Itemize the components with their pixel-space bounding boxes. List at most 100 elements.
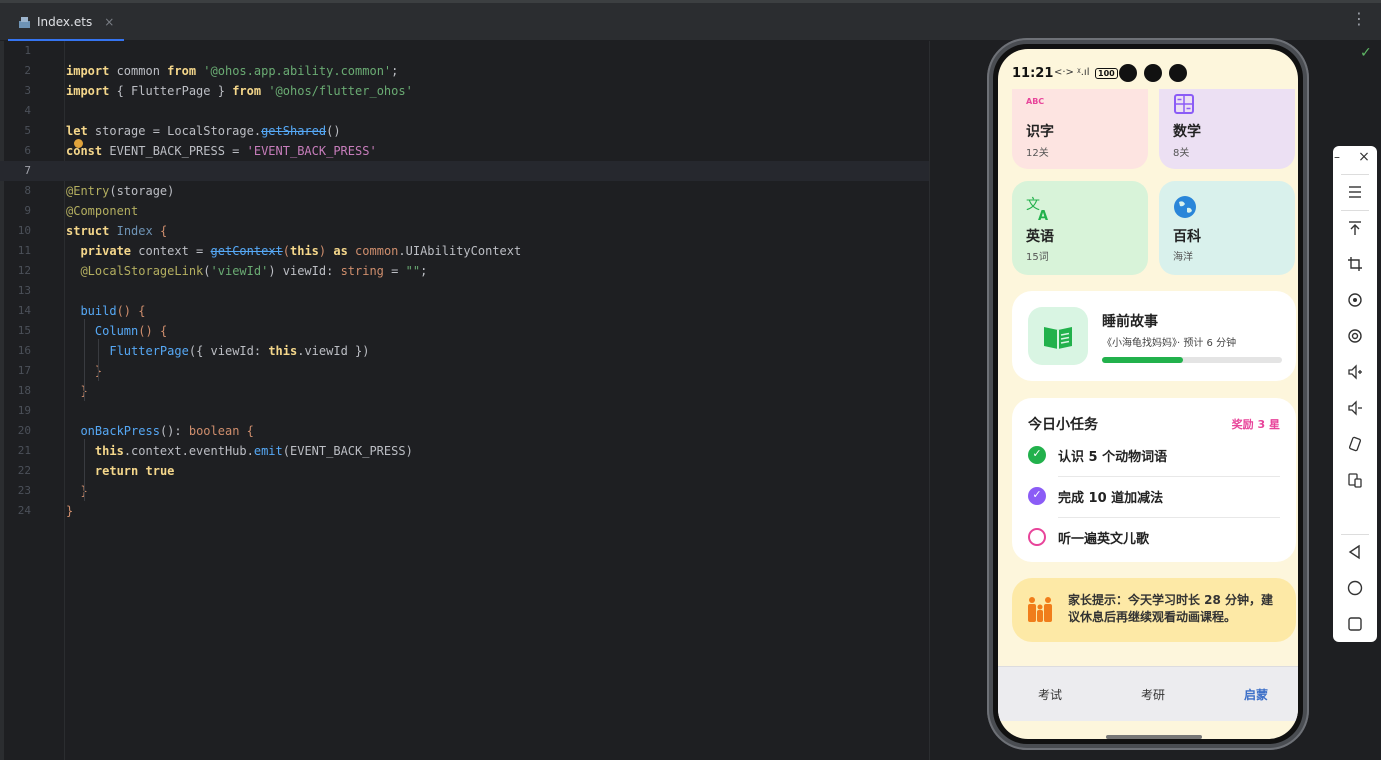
device-screen[interactable]: 11:21 <·> ᵡ.ıl 100 ABC 识字 12关 数学 8关 文 A … [998,49,1298,739]
category-sub: 12关 [1026,148,1049,159]
device-bezel: 11:21 <·> ᵡ.ıl 100 ABC 识字 12关 数学 8关 文 A … [993,44,1303,744]
task-label: 完成 10 道加减法 [1058,491,1164,506]
category-title: 英语 [1026,229,1054,245]
bedtime-story-card[interactable]: 睡前故事 《小海龟找妈妈》· 预计 6 分钟 [1012,291,1296,381]
back-icon[interactable] [1347,544,1363,560]
code-line-5: 5 let storage = LocalStorage.getShared() [24,124,341,138]
volume-up-icon[interactable] [1347,364,1363,380]
right-margin-guide [929,41,930,760]
category-card-math[interactable]: 数学 8关 [1159,89,1295,169]
category-sub: 8关 [1173,148,1190,159]
battery-icon: 100 [1095,68,1118,79]
indent-guide [84,439,85,501]
svg-text:A: A [1038,209,1048,221]
code-line-24: 24} [17,504,74,518]
home-icon[interactable] [1347,580,1363,596]
editor-tab-bar: Index.ets × ⋮ [0,0,1381,41]
check-circle-icon: ✓ [1028,446,1046,464]
task-item[interactable]: ✓ 完成 10 道加减法 [1028,477,1280,517]
code-line-7: 7 [0,161,929,181]
category-card-literacy[interactable]: ABC 识字 12关 [1012,89,1148,169]
tasks-reward: 奖励 3 星 [1231,418,1280,431]
calculator-icon [1174,94,1194,114]
home-indicator[interactable] [1106,735,1202,739]
intention-bulb-icon[interactable] [74,139,83,148]
divider [1341,534,1369,535]
story-progress-fill [1102,357,1183,363]
parent-tip-text: 家长提示：今天学习时长 28 分钟，建议休息后再继续观看动画课程。 [1068,593,1274,624]
crop-icon[interactable] [1347,256,1363,272]
code-line-12: 12 @LocalStorageLink('viewId') viewId: s… [17,264,428,278]
category-sub: 15词 [1026,252,1049,263]
code-line-23: 23 } [17,484,88,498]
task-label: 认识 5 个动物词语 [1058,450,1168,465]
code-line-16: 16 FlutterPage({ viewId: this.viewId }) [17,344,370,358]
code-line-8: 8 @Entry(storage) [24,184,175,198]
abc-icon: ABC [1026,97,1045,106]
close-icon[interactable]: × [1353,149,1375,165]
tasks-title: 今日小任务 [1028,417,1098,433]
code-line-9: 9 @Component [24,204,139,218]
category-card-encyclopedia[interactable]: 百科 海洋 [1159,181,1295,275]
camera-dot-icon [1119,64,1137,82]
rotate-icon[interactable] [1347,292,1363,308]
category-title: 识字 [1026,124,1054,140]
code-line-10: 10 struct Index { [17,224,168,238]
status-bar: 11:21 <·> ᵡ.ıl 100 [998,49,1298,89]
title-strip [0,0,1381,3]
story-title: 睡前故事 [1102,314,1158,330]
menu-icon[interactable] [1347,184,1363,200]
inspection-ok-icon[interactable]: ✓ [1360,45,1372,61]
parent-tip-card: 家长提示：今天学习时长 28 分钟，建议休息后再继续观看动画课程。 [1012,578,1296,642]
camera-dot-icon [1169,64,1187,82]
category-card-english[interactable]: 文 A 英语 15词 [1012,181,1148,275]
task-item[interactable]: 听一遍英文儿歌 [1028,518,1280,558]
code-line-22: 22 return true [17,464,175,478]
bottom-tab-bar: 考试 考研 启蒙 [998,666,1298,721]
code-line-15: 15 Column() { [17,324,168,338]
pin-top-icon[interactable] [1347,220,1363,236]
minimize-icon[interactable]: – [1326,150,1348,164]
indent-guide [84,319,85,401]
tab-label: Index.ets [37,15,93,29]
location-icon[interactable] [1347,328,1363,344]
file-icon [19,16,30,28]
category-title: 数学 [1173,124,1201,140]
code-line-1: 1 [24,44,31,57]
category-sub: 海洋 [1173,252,1193,263]
tab-enlightenment[interactable]: 启蒙 [1244,686,1268,703]
tab-exam[interactable]: 考试 [1038,686,1062,703]
code-line-2: 2 import common from '@ohos.app.ability.c… [24,64,399,78]
recents-icon[interactable] [1347,616,1363,632]
emulator-toolbar: – × [1333,146,1377,642]
task-item[interactable]: ✓ 认识 5 个动物词语 [1028,436,1280,476]
code-line-19: 19 [17,404,31,417]
book-icon [1028,307,1088,365]
code-line-4: 4 [24,104,31,117]
tab-postgrad[interactable]: 考研 [1141,686,1165,703]
globe-icon [1174,196,1196,218]
volume-down-icon[interactable] [1347,400,1363,416]
code-line-13: 13 [17,284,31,297]
tab-index-ets[interactable]: Index.ets × [8,5,125,41]
code-line-17: 17 } [17,364,102,378]
daily-tasks-card: 今日小任务 奖励 3 星 ✓ 认识 5 个动物词语 ✓ 完成 10 道加减法 听… [1012,398,1296,562]
code-line-21: 21 this.context.eventHub.emit(EVENT_BACK… [17,444,413,458]
status-time: 11:21 [1012,66,1054,81]
check-circle-icon: ✓ [1028,487,1046,505]
multi-device-icon[interactable] [1347,472,1363,488]
code-line-18: 18 } [17,384,88,398]
indent-guide [98,339,99,381]
device-emulator: 11:21 <·> ᵡ.ıl 100 ABC 识字 12关 数学 8关 文 A … [987,38,1309,750]
code-line-3: 3 import { FlutterPage } from '@ohos/flut… [24,84,413,98]
tab-close-icon[interactable]: × [104,15,114,29]
empty-circle-icon [1028,528,1046,546]
category-title: 百科 [1173,229,1201,245]
story-progress-bar [1102,357,1282,363]
task-label: 听一遍英文儿歌 [1058,532,1150,547]
screen-rotate-icon[interactable] [1347,436,1363,452]
more-options-icon[interactable]: ⋮ [1351,11,1367,27]
code-line-6: 6 const EVENT_BACK_PRESS = 'EVENT_BACK_PR… [24,144,377,158]
camera-dot-icon [1144,64,1162,82]
signal-icons: <·> ᵡ.ıl [1054,67,1090,78]
